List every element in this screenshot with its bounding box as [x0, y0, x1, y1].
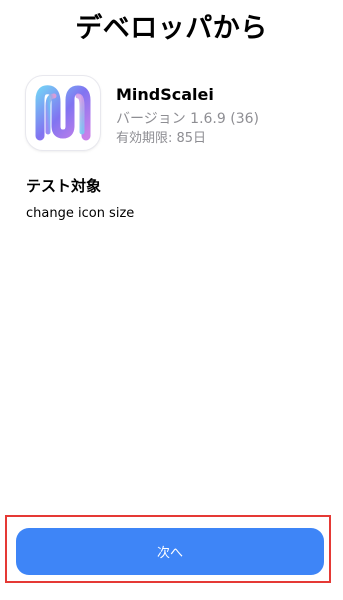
test-section-heading: テスト対象 — [26, 177, 102, 195]
page-title: デベロッパから — [75, 13, 268, 44]
next-button[interactable]: 次へ — [16, 528, 324, 575]
app-version: バージョン 1.6.9 (36) — [116, 111, 259, 127]
app-info-card: MindScalei バージョン 1.6.9 (36) 有効期限: 85日 — [26, 76, 323, 152]
app-name: MindScalei — [116, 85, 214, 104]
app-icon — [26, 76, 100, 150]
test-notes: change icon size — [26, 206, 135, 221]
app-expiry: 有効期限: 85日 — [116, 131, 207, 146]
